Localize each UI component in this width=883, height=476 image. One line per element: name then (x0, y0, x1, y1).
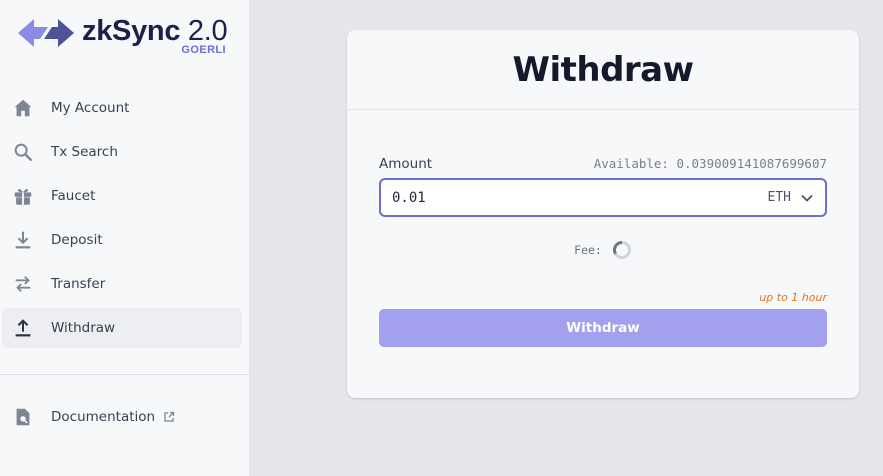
time-estimate-hint: up to 1 hour (759, 291, 827, 304)
zksync-logo-icon (18, 19, 74, 47)
gift-icon (11, 184, 35, 208)
sidebar-divider (0, 374, 250, 375)
search-icon (11, 140, 35, 164)
sidebar-item-documentation[interactable]: Documentation (2, 397, 242, 437)
sidebar-item-transfer[interactable]: Transfer (2, 264, 242, 304)
upload-icon (11, 316, 35, 340)
token-select[interactable]: ETH (768, 189, 825, 207)
fee-row: Fee: (347, 240, 859, 260)
sidebar-item-label: Deposit (51, 232, 103, 248)
external-link-icon (163, 411, 175, 423)
withdraw-button[interactable]: Withdraw (379, 309, 827, 347)
sidebar-item-tx-search[interactable]: Tx Search (2, 132, 242, 172)
network-badge: GOERLI (181, 44, 226, 56)
sidebar-item-label: Withdraw (51, 320, 116, 336)
transfer-arrows-icon (11, 272, 35, 296)
zksync-logo[interactable]: zkSync 2.0 GOERLI (18, 14, 233, 60)
fee-label: Fee: (574, 243, 602, 257)
sidebar-item-faucet[interactable]: Faucet (2, 176, 242, 216)
logo-brand: zkSync (82, 15, 181, 47)
sidebar-item-label: Tx Search (51, 144, 118, 160)
sidebar-item-label: Faucet (51, 188, 96, 204)
logo-text: zkSync 2.0 (82, 14, 228, 48)
sidebar-item-label: Documentation (51, 409, 156, 425)
card-header: Withdraw (347, 30, 859, 110)
sidebar: zkSync 2.0 GOERLI My Account Tx Search F… (0, 0, 250, 476)
chevron-down-icon (801, 189, 813, 207)
download-icon (11, 228, 35, 252)
amount-row: Amount Available: 0.039009141087699607 (379, 156, 827, 172)
logo-version: 2.0 (187, 15, 228, 47)
amount-input[interactable] (381, 180, 768, 215)
document-icon (11, 405, 35, 429)
available-balance[interactable]: Available: 0.039009141087699607 (594, 156, 827, 171)
loading-spinner-icon (612, 241, 631, 259)
sidebar-nav: My Account Tx Search Faucet Deposit Tran… (2, 88, 242, 352)
token-label: ETH (767, 190, 791, 205)
sidebar-item-my-account[interactable]: My Account (2, 88, 242, 128)
sidebar-item-label: Transfer (51, 276, 106, 292)
sidebar-item-withdraw[interactable]: Withdraw (2, 308, 242, 348)
withdraw-card: Withdraw Amount Available: 0.03900914108… (347, 30, 859, 398)
amount-label: Amount (379, 156, 433, 172)
sidebar-item-deposit[interactable]: Deposit (2, 220, 242, 260)
sidebar-item-label: My Account (51, 100, 130, 116)
home-icon (11, 96, 35, 120)
amount-field: ETH (379, 178, 827, 217)
page-title: Withdraw (512, 49, 694, 90)
